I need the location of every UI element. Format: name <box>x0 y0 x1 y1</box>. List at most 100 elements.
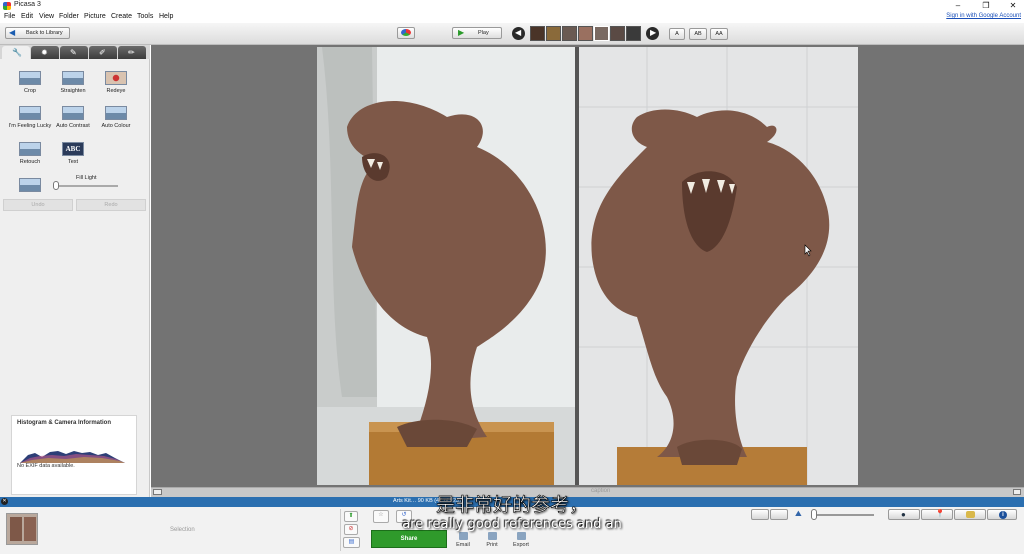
menu-create[interactable]: Create <box>111 13 132 20</box>
retouch-icon <box>19 142 41 156</box>
main-photo[interactable] <box>317 47 858 485</box>
auto-colour-icon <box>105 106 127 120</box>
email-action[interactable]: Email <box>452 532 474 548</box>
menu-file[interactable]: File <box>4 13 15 20</box>
auto-colour-tool[interactable]: Auto Colour <box>94 106 138 129</box>
sun-icon: ✹ <box>41 48 48 57</box>
feeling-lucky-label: I'm Feeling Lucky <box>8 123 52 129</box>
window-title: Picasa 3 <box>14 1 41 8</box>
sign-in-link[interactable]: Sign in with Google Account <box>946 13 1021 19</box>
straighten-tool[interactable]: Straighten <box>51 71 95 94</box>
play-icon: ▶ <box>458 28 465 37</box>
caption-size-large-button[interactable]: AA <box>710 28 728 40</box>
caption-size-small-button[interactable]: A <box>669 28 685 40</box>
crop-label: Crop <box>24 88 36 94</box>
email-icon <box>458 532 468 540</box>
auto-contrast-tool[interactable]: Auto Contrast <box>51 106 95 129</box>
fill-light-slider-knob[interactable] <box>53 181 59 190</box>
title-bar: Picasa 3 – ❐ ✕ <box>0 0 1024 12</box>
menu-picture[interactable]: Picture <box>84 13 106 20</box>
back-button-label: Back to Library <box>26 30 63 36</box>
auto-colour-label: Auto Colour <box>101 123 131 129</box>
export-label: Export <box>513 542 529 548</box>
next-arrow-icon: ▶ <box>650 28 657 37</box>
fill-light-label: Fill Light <box>76 175 97 181</box>
filmstrip-thumb[interactable] <box>530 26 545 41</box>
redeye-tool[interactable]: Redeye <box>94 71 138 94</box>
edit-panel: 🔧 ✹ ✎ ✐ ✏ Crop Straighten Redeye I'm Fee… <box>0 45 150 497</box>
brush-icon: ✎ <box>70 48 77 57</box>
wrench-icon: 🔧 <box>12 48 22 57</box>
menu-edit[interactable]: Edit <box>21 13 33 20</box>
picasa-app-icon <box>3 2 11 10</box>
feeling-lucky-icon <box>19 106 41 120</box>
edit-tabs: 🔧 ✹ ✎ ✐ ✏ <box>0 45 150 59</box>
maximize-button[interactable]: ❐ <box>975 0 997 12</box>
caption-size-medium-button[interactable]: AB <box>689 28 707 40</box>
crop-tool[interactable]: Crop <box>8 71 52 94</box>
auto-contrast-label: Auto Contrast <box>56 123 90 129</box>
filmstrip-thumb[interactable] <box>578 26 593 41</box>
next-photo-button[interactable]: ▶ <box>646 27 659 40</box>
histogram-panel: Histogram & Camera Information No EXIF d… <box>11 415 137 495</box>
tab-tuning[interactable]: ✹ <box>31 46 59 59</box>
auto-contrast-icon <box>62 106 84 120</box>
fill-light-tool[interactable] <box>8 178 52 192</box>
close-button[interactable]: ✕ <box>1002 0 1024 12</box>
minimize-button[interactable]: – <box>947 0 969 12</box>
text-label: Text <box>67 159 79 165</box>
fill-light-slider-track[interactable] <box>55 185 118 187</box>
collage-button[interactable] <box>397 27 415 39</box>
sculpture-photo-image <box>317 47 858 485</box>
crop-icon <box>19 71 41 85</box>
fill-light-icon <box>19 178 41 192</box>
menu-folder[interactable]: Folder <box>59 13 79 20</box>
undo-button[interactable]: Undo <box>3 199 73 211</box>
filmstrip-thumb[interactable] <box>562 26 577 41</box>
redeye-label: Redeye <box>106 88 126 94</box>
previous-arrow-icon: ◀ <box>515 28 522 37</box>
feeling-lucky-tool[interactable]: I'm Feeling Lucky <box>8 106 52 129</box>
top-toolbar: ◀ Back to Library ▶ Play ◀ ▶ A AB AA <box>0 23 1024 45</box>
filmstrip-thumb-selected[interactable] <box>594 26 609 41</box>
retouch-label: Retouch <box>19 159 41 165</box>
menu-help[interactable]: Help <box>159 13 173 20</box>
menu-tools[interactable]: Tools <box>137 13 153 20</box>
print-icon <box>487 532 497 540</box>
previous-photo-button[interactable]: ◀ <box>512 27 525 40</box>
no-exif-text: No EXIF data available. <box>17 463 75 469</box>
redeye-icon <box>105 71 127 85</box>
share-button[interactable]: Share <box>371 530 447 548</box>
collage-icon <box>401 29 411 36</box>
print-label: Print <box>486 542 498 548</box>
email-label: Email <box>456 542 470 548</box>
filmstrip-thumb[interactable] <box>626 26 641 41</box>
menu-view[interactable]: View <box>39 13 54 20</box>
straighten-label: Straighten <box>60 88 86 94</box>
histogram-graph <box>20 451 125 463</box>
tab-effects[interactable]: ✎ <box>60 46 88 59</box>
back-arrow-icon: ◀ <box>9 28 16 37</box>
text-abc-icon: ABC <box>62 142 84 156</box>
subtitle-chinese: 是非常好的参考， <box>435 494 589 517</box>
filmstrip-thumb[interactable] <box>610 26 625 41</box>
back-to-library-button[interactable]: ◀ Back to Library <box>5 27 70 39</box>
export-action[interactable]: Export <box>510 532 532 548</box>
pencil-icon: ✐ <box>99 48 106 57</box>
filmstrip-thumb[interactable] <box>546 26 561 41</box>
play-slideshow-button[interactable]: ▶ Play <box>452 27 502 39</box>
add-to-album-button[interactable]: ▤ <box>343 537 360 548</box>
tab-effects-2[interactable]: ✐ <box>89 46 117 59</box>
export-icon <box>516 532 526 540</box>
play-button-label: Play <box>478 30 489 36</box>
print-action[interactable]: Print <box>481 532 503 548</box>
menu-bar: File Edit View Folder Picture Create Too… <box>0 12 1024 23</box>
subtitle-english: are really good references and an <box>402 517 622 532</box>
histogram-title: Histogram & Camera Information <box>17 420 112 426</box>
text-tool[interactable]: ABC Text <box>51 142 95 165</box>
tab-effects-3[interactable]: ✏ <box>118 46 146 59</box>
tab-basic-fixes[interactable]: 🔧 <box>2 46 30 59</box>
retouch-tool[interactable]: Retouch <box>8 142 52 165</box>
redo-button[interactable]: Redo <box>76 199 146 211</box>
straighten-icon <box>62 71 84 85</box>
